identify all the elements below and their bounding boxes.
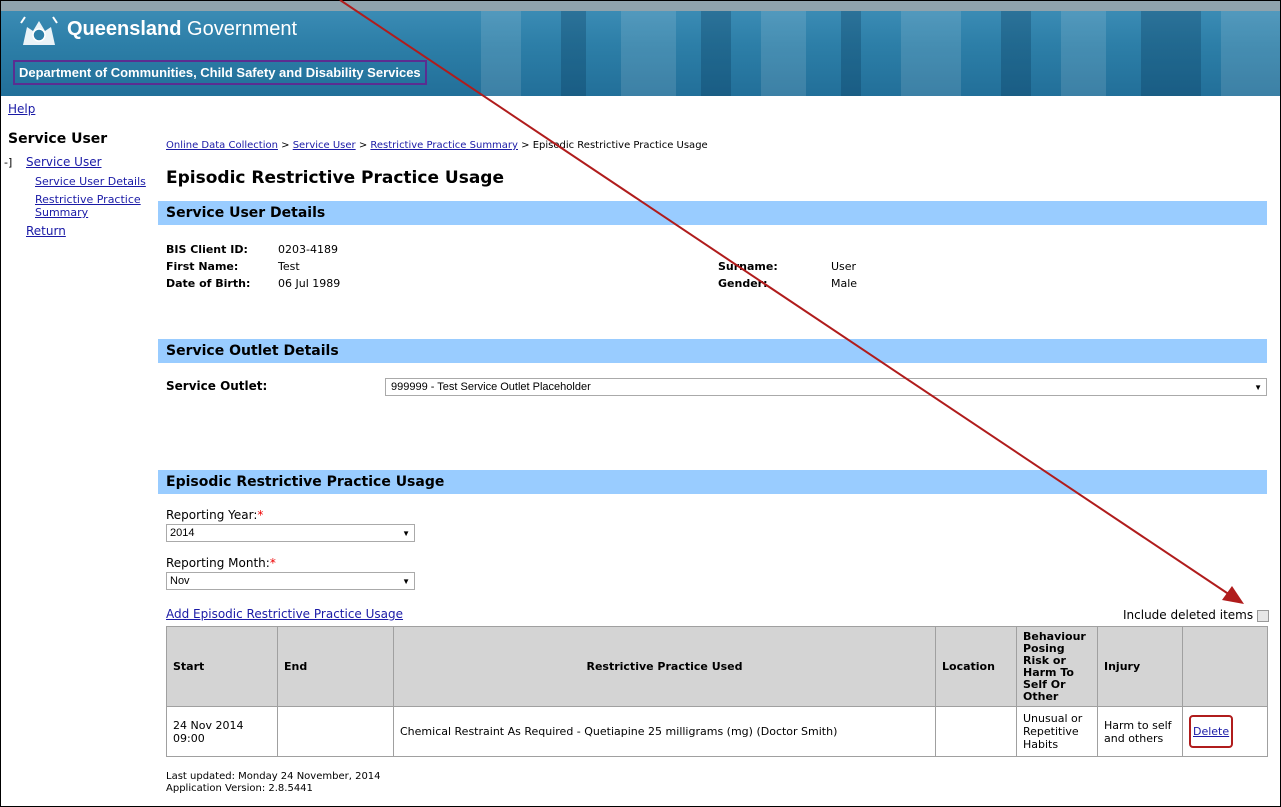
cell-end xyxy=(277,706,394,757)
header-stripe xyxy=(621,11,676,96)
reporting-month-label-text: Reporting Month: xyxy=(166,556,270,570)
header-stripe xyxy=(701,11,731,96)
header-stripe xyxy=(761,11,806,96)
required-marker: * xyxy=(257,508,264,522)
reporting-year-value: 2014 xyxy=(170,527,195,539)
breadcrumb-online-data-collection[interactable]: Online Data Collection xyxy=(166,140,278,151)
collapse-toggle-icon[interactable]: -] xyxy=(4,156,12,169)
chevron-down-icon: ▼ xyxy=(402,577,410,586)
reporting-year-select[interactable]: 2014 ▼ xyxy=(166,524,415,542)
section-header-service-user-details: Service User Details xyxy=(158,201,1267,225)
table-row: 24 Nov 2014 09:00 Chemical Restraint As … xyxy=(166,706,1268,757)
cell-actions: Delete xyxy=(1182,706,1268,757)
surname-label: Surname: xyxy=(718,260,778,273)
cell-start: 24 Nov 2014 09:00 xyxy=(166,706,278,757)
section-header-episodic-usage: Episodic Restrictive Practice Usage xyxy=(158,470,1267,494)
column-header-start: Start xyxy=(166,626,278,707)
header-stripe xyxy=(841,11,861,96)
help-link[interactable]: Help xyxy=(8,102,35,116)
reporting-month-select[interactable]: Nov ▼ xyxy=(166,572,415,590)
include-deleted-toggle[interactable]: Include deleted items xyxy=(1123,608,1270,622)
page-title: Episodic Restrictive Practice Usage xyxy=(166,168,504,188)
column-header-actions xyxy=(1182,626,1268,707)
first-name-value: Test xyxy=(278,260,300,273)
reporting-month-value: Nov xyxy=(170,575,190,587)
page-footer: Last updated: Monday 24 November, 2014 A… xyxy=(166,771,381,795)
section-header-service-outlet-details: Service Outlet Details xyxy=(158,339,1267,363)
column-header-practice: Restrictive Practice Used xyxy=(393,626,936,707)
chevron-down-icon: ▼ xyxy=(1254,383,1262,392)
sidebar-title: Service User xyxy=(8,131,108,147)
surname-value: User xyxy=(831,260,857,273)
usage-table: Start End Restrictive Practice Used Loca… xyxy=(166,626,1268,757)
column-header-end: End xyxy=(277,626,394,707)
sidebar-item-restrictive-practice-summary[interactable]: Restrictive Practice Summary xyxy=(35,193,155,219)
breadcrumb-current: Episodic Restrictive Practice Usage xyxy=(532,140,708,151)
service-outlet-label: Service Outlet: xyxy=(166,379,268,393)
include-deleted-label: Include deleted items xyxy=(1123,608,1254,622)
sidebar-item-return[interactable]: Return xyxy=(26,224,66,238)
date-of-birth-label: Date of Birth: xyxy=(166,277,251,290)
reporting-year-label: Reporting Year:* xyxy=(166,508,263,522)
chevron-down-icon: ▼ xyxy=(402,529,410,538)
breadcrumb-service-user[interactable]: Service User xyxy=(293,140,356,151)
cell-injury: Harm to self and others xyxy=(1097,706,1183,757)
brand-title-rest: Government xyxy=(181,18,298,40)
application-version-text: Application Version: 2.8.5441 xyxy=(166,783,313,794)
breadcrumb-restrictive-practice-summary[interactable]: Restrictive Practice Summary xyxy=(370,140,518,151)
bis-client-id-label: BIS Client ID: xyxy=(166,243,248,256)
first-name-label: First Name: xyxy=(166,260,239,273)
breadcrumb-separator: > xyxy=(355,140,371,151)
queensland-crest-icon xyxy=(20,16,58,45)
column-header-injury: Injury xyxy=(1097,626,1183,707)
reporting-year-label-text: Reporting Year: xyxy=(166,508,258,522)
include-deleted-checkbox[interactable] xyxy=(1257,609,1270,622)
add-episodic-usage-link[interactable]: Add Episodic Restrictive Practice Usage xyxy=(166,607,403,621)
breadcrumb-separator: > xyxy=(277,140,293,151)
cell-location xyxy=(935,706,1017,757)
header-stripe xyxy=(1001,11,1031,96)
breadcrumb-separator: > xyxy=(517,140,533,151)
last-updated-text: Last updated: Monday 24 November, 2014 xyxy=(166,771,381,782)
reporting-month-label: Reporting Month:* xyxy=(166,556,276,570)
table-header-row: Start End Restrictive Practice Used Loca… xyxy=(166,626,1268,707)
header-stripe xyxy=(1061,11,1106,96)
department-name: Department of Communities, Child Safety … xyxy=(13,60,427,85)
date-of-birth-value: 06 Jul 1989 xyxy=(278,277,341,290)
service-outlet-select[interactable]: 999999 - Test Service Outlet Placeholder… xyxy=(385,378,1267,396)
header-stripe xyxy=(481,11,521,96)
header-stripe xyxy=(901,11,961,96)
column-header-behaviour: Behaviour Posing Risk or Harm To Self Or… xyxy=(1016,626,1098,707)
site-header: Queensland Government Department of Comm… xyxy=(1,1,1280,96)
brand-title: Queensland Government xyxy=(67,18,297,41)
bis-client-id-value: 0203-4189 xyxy=(278,243,338,256)
gender-value: Male xyxy=(831,277,858,290)
sidebar-item-service-user[interactable]: Service User xyxy=(26,155,102,169)
header-top-bar xyxy=(1,1,1280,11)
brand-title-bold: Queensland xyxy=(67,18,182,40)
service-outlet-selected-value: 999999 - Test Service Outlet Placeholder xyxy=(391,381,591,393)
gender-label: Gender: xyxy=(718,277,768,290)
header-stripe xyxy=(1221,11,1280,96)
breadcrumb: Online Data Collection > Service User > … xyxy=(166,140,708,151)
header-stripe xyxy=(561,11,586,96)
column-header-location: Location xyxy=(935,626,1017,707)
cell-practice: Chemical Restraint As Required - Quetiap… xyxy=(393,706,936,757)
delete-link[interactable]: Delete xyxy=(1193,725,1229,738)
cell-behaviour: Unusual or Repetitive Habits xyxy=(1016,706,1098,757)
delete-highlight: Delete xyxy=(1189,715,1234,748)
header-stripe xyxy=(1141,11,1201,96)
required-marker: * xyxy=(269,556,276,570)
sidebar-item-service-user-details[interactable]: Service User Details xyxy=(35,175,146,188)
